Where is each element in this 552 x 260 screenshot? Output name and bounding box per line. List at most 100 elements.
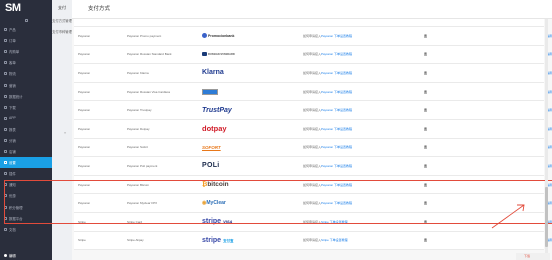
table-row: Payssion Payssion Trustpay TrustPay 如何申请接入 P…	[74, 101, 552, 120]
logo-text: Promocionbank	[208, 33, 235, 38]
logo-cell: SOFORT	[202, 139, 262, 157]
table-row: Stripe Stripe Alipay stripe 支付宝 如何申请接入 Stripe…	[74, 232, 552, 251]
doc-icon	[4, 227, 7, 231]
method-name-cell: Payssion Sofort	[127, 145, 149, 150]
method-name-cell: Payssion Russian Standard Bank	[127, 52, 172, 57]
status-cell: 否	[424, 89, 428, 94]
help-prefix: 如何申请接入	[303, 89, 322, 94]
brand-logo[interactable]: SM	[0, 0, 52, 16]
help-prefix: 如何申请接入	[303, 33, 322, 38]
help-link-cell: 如何申请接入 Stripe 下单设置教程	[303, 232, 413, 250]
scrollbar[interactable]	[545, 19, 548, 260]
logo-cell: RUSSIAN STANDARD	[202, 46, 262, 64]
help-link[interactable]: Stripe 下单设置教程	[321, 238, 348, 242]
provider-cell: Payssion	[78, 108, 91, 113]
provider-cell: Stripe	[78, 238, 86, 243]
sidebar-item-label: 内购单	[9, 50, 20, 55]
help-link[interactable]: Payssion 下单设置教程	[321, 127, 352, 131]
chart-icon	[4, 94, 7, 98]
sidebar-item-0[interactable]: 产品	[0, 24, 52, 35]
share-icon	[4, 138, 7, 142]
status-cell: 否	[424, 70, 428, 75]
truck-icon	[4, 72, 7, 76]
sub-nav-item-currencies[interactable]: 支付币种管理	[52, 27, 72, 38]
user-label: 编辑	[9, 253, 16, 258]
sidebar-item-18[interactable]: 文档	[0, 224, 52, 235]
help-link[interactable]: Payssion 下单设置教程	[321, 52, 352, 56]
help-link-cell: 如何申请接入 Payssion 下单设置教程	[303, 64, 413, 82]
logo-cell	[202, 83, 262, 101]
sidebar-item-label: 营销	[9, 83, 16, 88]
sidebar-item-label: 插件	[9, 172, 16, 177]
shop-icon	[4, 150, 7, 154]
help-link-cell: 如何申请接入 Payssion 下单设置教程	[303, 139, 413, 157]
sidebar-item-9[interactable]: 报表	[0, 124, 52, 135]
help-link-cell: 如何申请接入 Payssion 下单设置教程	[303, 27, 413, 45]
home-icon[interactable]	[0, 17, 52, 23]
sidebar-item-2[interactable]: 内购单	[0, 46, 52, 57]
sidebar-item-6[interactable]: 数据统计	[0, 91, 52, 102]
logo-cell: Promocionbank	[202, 27, 262, 45]
sidebar-item-10[interactable]: 分销	[0, 135, 52, 146]
status-cell: 否	[424, 145, 428, 150]
help-link[interactable]: Payssion 下单设置教程	[321, 90, 352, 94]
payment-logo: POLi	[202, 162, 220, 170]
logo-text: RUSSIAN STANDARD	[208, 52, 235, 56]
user-menu[interactable]: 编辑	[0, 250, 52, 260]
bank-logo-icon	[202, 52, 207, 57]
page-title: 支付方式	[72, 0, 552, 19]
sidebar-item-label: 下载	[9, 105, 16, 110]
sub-nav-item-payment-methods[interactable]: 支付方式管理	[52, 16, 72, 27]
highlight-box	[4, 180, 552, 224]
payment-logo: stripe 支付宝	[202, 237, 234, 244]
method-name-cell: Payssion Promo payment	[127, 33, 162, 38]
help-prefix: 如何申请接入	[303, 126, 322, 131]
corner-badge[interactable]: 下载	[516, 253, 550, 260]
method-name-cell: Payssion Dotpay	[127, 126, 150, 131]
sidebar-item-label: 报表	[9, 127, 16, 132]
sidebar-item-8[interactable]: APP	[0, 113, 52, 124]
gift-icon	[4, 83, 7, 87]
help-link[interactable]: Payssion 下单设置教程	[321, 108, 352, 112]
sidebar-item-4[interactable]: 物流	[0, 68, 52, 79]
payment-logo: Klarna	[202, 69, 224, 77]
promo-logo-icon	[202, 33, 207, 39]
sidebar-item-3[interactable]: 客单	[0, 57, 52, 68]
help-link[interactable]: Payssion 下单设置教程	[321, 164, 352, 168]
table-row: Payssion Payssion Russian Standard Bank RU…	[74, 46, 552, 65]
sidebar-item-5[interactable]: 营销	[0, 79, 52, 90]
sidebar-item-label: 设置	[9, 161, 16, 166]
logo-cell: POLi	[202, 157, 262, 175]
logo-extra-text: 支付宝	[223, 238, 234, 243]
method-name-cell: Payssion Poli payment	[127, 163, 158, 168]
payment-logo: SOFORT	[202, 144, 221, 150]
help-prefix: 如何申请接入	[303, 163, 322, 168]
status-cell: 否	[424, 126, 428, 131]
sidebar-item-12[interactable]: 设置	[0, 157, 52, 169]
help-link[interactable]: Payssion 下单设置教程	[321, 145, 352, 149]
sidebar-item-13[interactable]: 插件	[0, 168, 52, 179]
provider-cell: Payssion	[78, 33, 91, 38]
collapse-icon[interactable]: «	[64, 130, 66, 135]
help-link[interactable]: Payssion 下单设置教程	[321, 34, 352, 38]
table-row: Payssion Payssion Poli payment POLi 如何申请接入 P…	[74, 157, 552, 176]
sidebar-item-7[interactable]: 下载	[0, 102, 52, 113]
help-prefix: 如何申请接入	[303, 108, 322, 113]
help-link[interactable]: Payssion 下单设置教程	[321, 71, 352, 75]
sidebar-item-label: 客单	[9, 61, 16, 66]
sidebar-item-1[interactable]: 订单	[0, 35, 52, 46]
status-cell: 否	[424, 108, 428, 113]
method-name-cell: Payssion Trustpay	[127, 108, 152, 113]
payment-logo: RUSSIAN STANDARD	[202, 52, 235, 57]
status-cell: 否	[424, 52, 428, 57]
table-row: Payssion Payssion Klarna Klarna 如何申请接入 Payss…	[74, 64, 552, 83]
help-prefix: 如何申请接入	[303, 145, 322, 150]
logo-cell: Klarna	[202, 64, 262, 82]
table-row: Payssion Payssion Promo payment Promocionb…	[74, 27, 552, 46]
scrollbar-thumb[interactable]	[545, 187, 548, 247]
box-icon	[4, 28, 7, 32]
sidebar-item-11[interactable]: 店铺	[0, 146, 52, 157]
provider-cell: Payssion	[78, 89, 91, 94]
status-cell: 否	[424, 33, 428, 38]
app-icon	[4, 116, 7, 120]
